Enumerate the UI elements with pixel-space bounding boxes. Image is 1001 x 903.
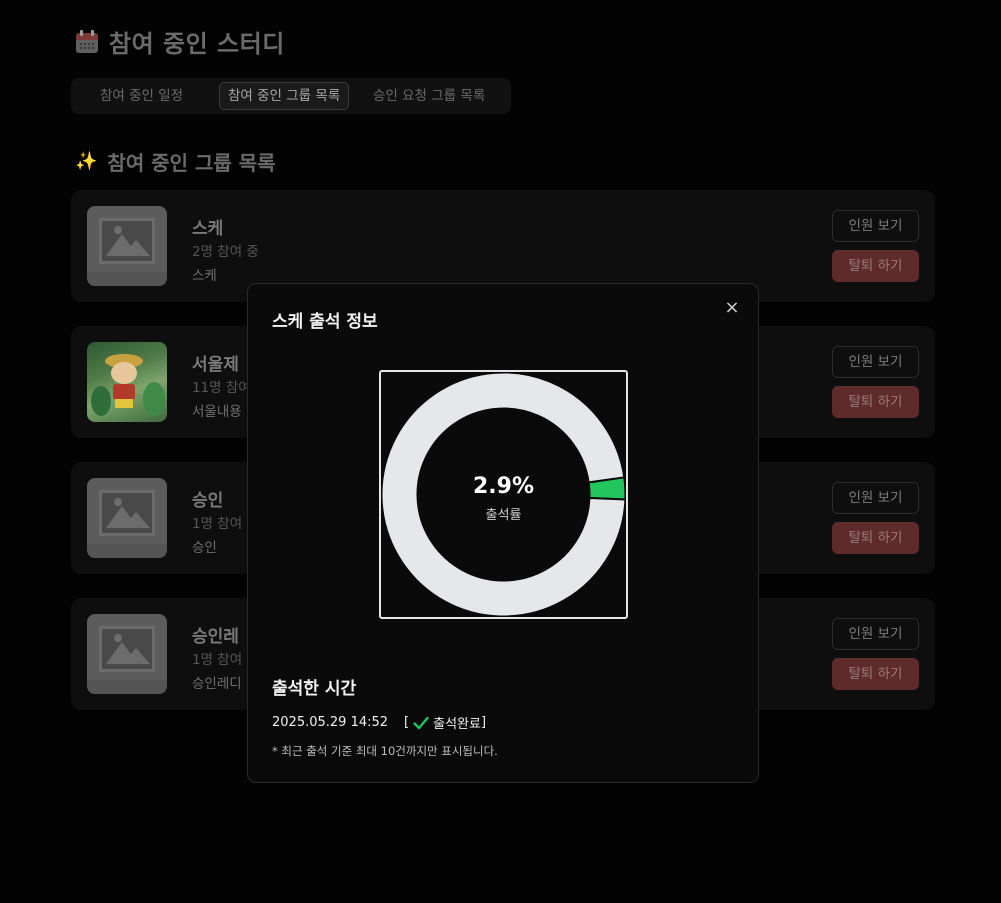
calendar-icon — [75, 29, 99, 54]
attendance-chart: 2.9% 출석률 — [379, 370, 628, 619]
view-members-button[interactable]: 인원 보기 — [832, 210, 919, 242]
image-placeholder-icon — [87, 614, 167, 694]
group-name: 서울제 — [192, 355, 239, 375]
image-placeholder-icon — [87, 206, 167, 286]
tab-schedule[interactable]: 참여 중인 일정 — [92, 82, 191, 110]
group-description: 승인레디 — [192, 676, 242, 692]
view-members-button[interactable]: 인원 보기 — [832, 618, 919, 650]
tab-group-list[interactable]: 참여 중인 그룹 목록 — [219, 82, 350, 110]
group-member-count: 11명 참여 — [192, 380, 251, 396]
section-title: ✨ 참여 중인 그룹 목록 — [75, 147, 276, 176]
group-member-count: 1명 참여 — [192, 516, 243, 532]
tab-bar: 참여 중인 일정 참여 중인 그룹 목록 승인 요청 그룹 목록 — [71, 78, 511, 114]
leave-group-button[interactable]: 탈퇴 하기 — [832, 386, 919, 418]
attendance-note: * 최근 출석 기준 최대 10건까지만 표시됩니다. — [272, 744, 498, 758]
image-placeholder-icon — [87, 478, 167, 558]
page-title-text: 참여 중인 스터디 — [109, 30, 285, 58]
attendance-record: 2025.05.29 14:52 [ 출석완료 ] — [272, 713, 486, 732]
view-members-button[interactable]: 인원 보기 — [832, 346, 919, 378]
attendance-times-title: 출석한 시간 — [272, 679, 357, 699]
leave-group-button[interactable]: 탈퇴 하기 — [832, 522, 919, 554]
group-description: 스케 — [192, 268, 217, 284]
group-description: 승인 — [192, 540, 217, 556]
attendance-rate: 2.9% — [472, 474, 534, 499]
modal-title: 스케 출석 정보 — [272, 312, 378, 332]
section-title-text: 참여 중인 그룹 목록 — [107, 151, 276, 175]
group-name: 스케 — [192, 219, 224, 239]
group-member-count: 2명 참여 중 — [192, 244, 259, 260]
close-icon[interactable]: × — [722, 298, 742, 318]
record-status: 출석완료 — [433, 717, 481, 732]
record-bracket-close: ] — [480, 715, 487, 730]
group-description: 서울내용 — [192, 404, 242, 420]
view-members-button[interactable]: 인원 보기 — [832, 482, 919, 514]
check-icon — [413, 716, 429, 729]
record-bracket-open: [ — [404, 715, 410, 730]
record-datetime: 2025.05.29 14:52 — [272, 715, 389, 730]
attendance-rate-label: 출석률 — [485, 508, 522, 523]
group-thumbnail — [87, 342, 167, 422]
leave-group-button[interactable]: 탈퇴 하기 — [832, 658, 919, 690]
page-title: 참여 중인 스터디 — [75, 24, 285, 59]
sparkles-icon: ✨ — [75, 151, 98, 172]
tab-approval-requests[interactable]: 승인 요청 그룹 목록 — [365, 82, 493, 110]
group-name: 승인 — [192, 491, 224, 511]
leave-group-button[interactable]: 탈퇴 하기 — [832, 250, 919, 282]
group-member-count: 1명 참여 — [192, 652, 243, 668]
attendance-modal: 스케 출석 정보 × 2.9% 출석률 출석한 시간 2025.05.29 14… — [247, 283, 759, 783]
group-name: 승인레 — [192, 627, 239, 647]
